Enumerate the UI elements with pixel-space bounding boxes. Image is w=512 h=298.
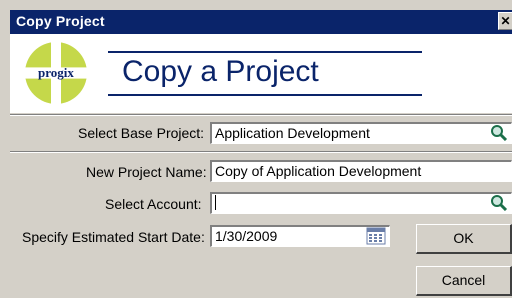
header-rule-top [108, 51, 422, 53]
divider [10, 114, 512, 116]
base-project-input[interactable]: Application Development [210, 122, 512, 144]
text-cursor [215, 195, 216, 210]
title-bar[interactable]: Copy Project ✕ [10, 10, 512, 34]
window-title: Copy Project [16, 13, 105, 29]
header-rule-bottom [108, 94, 422, 96]
header-heading: Copy a Project [122, 55, 319, 88]
new-project-name-input[interactable]: Copy of Application Development [210, 160, 512, 182]
base-project-label: Select Base Project: [78, 125, 205, 141]
copy-project-dialog: Copy Project ✕ progix Copy a Project Sel… [0, 0, 512, 298]
cancel-button[interactable]: Cancel [416, 266, 512, 296]
new-project-name-label: New Project Name: [86, 164, 207, 180]
calendar-icon[interactable] [366, 227, 386, 245]
ok-button[interactable]: OK [416, 224, 512, 254]
dialog-header: progix Copy a Project [10, 34, 512, 113]
progix-logo: progix [24, 40, 88, 106]
start-date-input[interactable]: 1/30/2009 [210, 225, 390, 247]
account-input[interactable] [210, 192, 512, 214]
logo-text: progix [38, 65, 74, 80]
close-button[interactable]: ✕ [498, 12, 512, 30]
account-label: Select Account: [105, 196, 202, 212]
start-date-label: Specify Estimated Start Date: [22, 229, 205, 245]
divider [10, 151, 512, 153]
search-icon[interactable] [490, 194, 508, 211]
search-icon[interactable] [490, 124, 508, 141]
close-icon: ✕ [500, 14, 511, 28]
